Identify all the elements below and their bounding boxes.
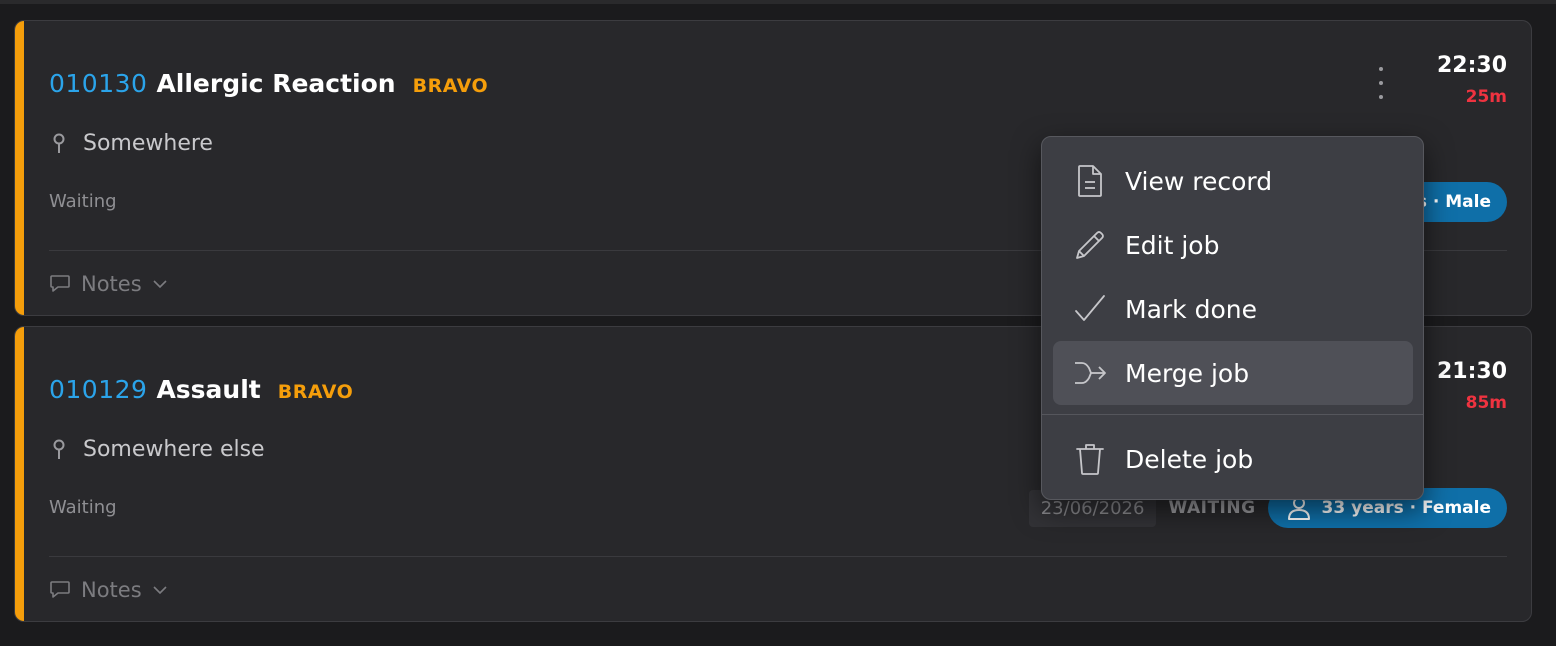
priority-accent-bar <box>15 21 24 315</box>
job-id[interactable]: 010130 <box>49 69 147 98</box>
location-text: Somewhere else <box>83 437 265 462</box>
priority-accent-bar <box>15 327 24 621</box>
menu-item-delete-job[interactable]: Delete job <box>1053 427 1413 491</box>
elapsed-time: 85m <box>1465 393 1507 413</box>
job-title-row: 010129 Assault BRAVO <box>49 375 353 404</box>
menu-item-merge-job[interactable]: Merge job <box>1053 341 1413 405</box>
merge-icon <box>1073 356 1107 390</box>
chevron-down-icon <box>153 586 167 595</box>
menu-item-edit-job[interactable]: Edit job <box>1053 213 1413 277</box>
pencil-icon <box>1073 228 1107 262</box>
document-icon <box>1073 164 1107 198</box>
card-divider <box>49 556 1507 557</box>
menu-item-label: Mark done <box>1125 294 1257 324</box>
job-location: Somewhere else <box>51 437 265 462</box>
menu-item-label: Merge job <box>1125 358 1250 388</box>
job-context-menu: View record Edit job Mark done Merge job… <box>1041 136 1424 500</box>
job-status: Waiting <box>49 497 117 518</box>
more-options-button[interactable] <box>1370 63 1392 103</box>
location-text: Somewhere <box>83 131 213 156</box>
job-id[interactable]: 010129 <box>49 375 147 404</box>
job-title: Allergic Reaction <box>156 69 396 98</box>
trash-icon <box>1073 442 1107 476</box>
menu-item-label: Edit job <box>1125 230 1220 260</box>
top-border <box>0 0 1556 4</box>
job-location: Somewhere <box>51 131 213 156</box>
menu-separator <box>1042 414 1423 415</box>
patient-text: s · Male <box>1416 192 1491 212</box>
job-tag: BRAVO <box>277 381 354 403</box>
job-tag: BRAVO <box>412 75 489 97</box>
menu-item-label: View record <box>1125 166 1273 196</box>
job-time: 22:30 <box>1436 53 1507 78</box>
job-time: 21:30 <box>1436 359 1507 384</box>
notes-toggle[interactable]: Notes <box>49 272 168 296</box>
pin-icon <box>53 439 65 459</box>
pin-icon <box>53 133 65 153</box>
job-title: Assault <box>156 375 261 404</box>
menu-item-mark-done[interactable]: Mark done <box>1053 277 1413 341</box>
notes-label: Notes <box>81 578 142 602</box>
elapsed-time: 25m <box>1465 87 1507 107</box>
chat-bubble-icon <box>50 581 70 598</box>
check-icon <box>1073 292 1107 326</box>
chevron-down-icon <box>153 280 167 289</box>
menu-item-label: Delete job <box>1125 444 1254 474</box>
job-status: Waiting <box>49 191 117 212</box>
menu-item-view-record[interactable]: View record <box>1053 149 1413 213</box>
chat-bubble-icon <box>50 275 70 292</box>
job-state-label: WAITING <box>1168 498 1256 518</box>
notes-label: Notes <box>81 272 142 296</box>
patient-text: 33 years · Female <box>1321 498 1491 518</box>
job-title-row: 010130 Allergic Reaction BRAVO <box>49 69 488 98</box>
notes-toggle[interactable]: Notes <box>49 578 168 602</box>
